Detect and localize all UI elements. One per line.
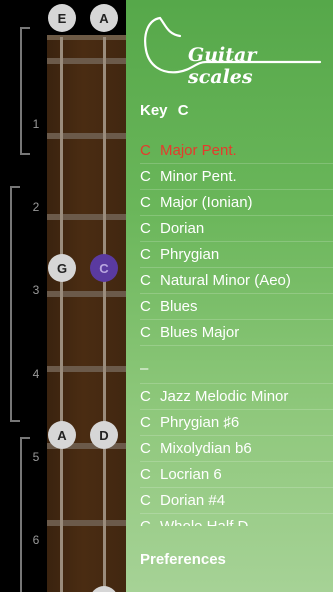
scale-name: Major (Ionian) — [160, 194, 253, 211]
scale-name: Natural Minor (Aeo) — [160, 272, 291, 289]
fret-wire — [47, 214, 126, 220]
scale-key: C — [140, 440, 151, 457]
scale-name: Phrygian — [160, 246, 220, 263]
key-label: Key — [140, 102, 168, 119]
fretboard-neck — [47, 37, 126, 592]
nut — [47, 35, 126, 40]
string-e — [60, 37, 63, 592]
scale-name: Locrian 6 — [160, 466, 222, 483]
note-marker[interactable]: A — [90, 4, 118, 32]
scale-item-natural-minor[interactable]: C Natural Minor (Aeo) — [140, 268, 333, 294]
scale-key: C — [140, 168, 151, 185]
fret-number: 6 — [32, 533, 40, 547]
scale-key: C — [140, 142, 151, 159]
fret-wire — [47, 366, 126, 372]
scale-name: Phrygian ♯6 — [160, 414, 240, 431]
key-value: C — [177, 102, 189, 119]
scale-key: C — [140, 414, 151, 431]
app-title: Guitar scales — [188, 44, 257, 88]
scale-name: Dorian #4 — [160, 492, 226, 509]
separator-dash: – — [140, 360, 149, 377]
scale-item-phrygian[interactable]: C Phrygian — [140, 242, 333, 268]
scale-item-locrian-6[interactable]: C Locrian 6 — [140, 462, 333, 488]
scale-key: C — [140, 272, 151, 289]
scale-item-phrygian-sharp6[interactable]: C Phrygian ♯6 — [140, 410, 333, 436]
note-marker[interactable]: E — [48, 4, 76, 32]
preferences-link[interactable]: Preferences — [140, 551, 226, 568]
note-marker[interactable]: G — [48, 254, 76, 282]
scale-key: C — [140, 518, 160, 526]
scale-item-major-ionian[interactable]: C Major (Ionian) — [140, 190, 333, 216]
scale-item-jazz-melodic-minor[interactable]: C Jazz Melodic Minor — [140, 384, 333, 410]
scale-key: C — [140, 324, 151, 341]
scale-list[interactable]: C Major Pent. C Minor Pent. C Major (Ion… — [140, 138, 333, 526]
app-logo: Guitar scales — [140, 12, 325, 88]
fret-number: 4 — [32, 367, 40, 381]
scale-name: Blues Major — [160, 324, 240, 341]
scale-item-blues[interactable]: C Blues — [140, 294, 333, 320]
scale-key: C — [140, 220, 151, 237]
note-marker[interactable]: D — [90, 421, 118, 449]
position-bracket — [10, 186, 20, 422]
scale-name: Whole Half D... — [160, 518, 261, 526]
fret-number: 2 — [32, 200, 40, 214]
scale-key: C — [140, 298, 151, 315]
scale-name: Dorian — [160, 220, 205, 237]
scale-item-blues-major[interactable]: C Blues Major — [140, 320, 333, 346]
navigation-drawer: Guitar scales Key C C Major Pent. C Mino… — [126, 0, 333, 592]
fretboard[interactable]: 1 2 3 4 5 6 E A G C A D — [0, 0, 126, 592]
fret-wire — [47, 291, 126, 297]
scale-key: C — [140, 388, 151, 405]
scale-name: Mixolydian b6 — [160, 440, 252, 457]
scale-name: Jazz Melodic Minor — [160, 388, 289, 405]
note-marker[interactable]: A — [48, 421, 76, 449]
fret-wire — [47, 520, 126, 526]
scale-name: Minor Pent. — [160, 168, 237, 185]
scale-item-dorian-sharp4[interactable]: C Dorian #4 — [140, 488, 333, 514]
position-bracket — [20, 27, 30, 155]
scale-item-whole-half-diminished[interactable]: C Whole Half D... — [140, 514, 333, 526]
scale-name: Blues — [160, 298, 198, 315]
scale-key: C — [140, 492, 151, 509]
fret-number: 3 — [32, 283, 40, 297]
list-separator: – — [140, 346, 333, 384]
scale-key: C — [140, 246, 151, 263]
scale-item-major-pent[interactable]: C Major Pent. — [140, 138, 333, 164]
key-header[interactable]: Key C — [140, 102, 195, 119]
fret-wire — [47, 58, 126, 64]
fret-wire — [47, 133, 126, 139]
fret-number: 5 — [32, 450, 40, 464]
scale-key: C — [140, 194, 151, 211]
scale-item-mixolydian-b6[interactable]: C Mixolydian b6 — [140, 436, 333, 462]
string-a — [103, 37, 106, 592]
root-note-marker[interactable]: C — [90, 254, 118, 282]
scale-name: Major Pent. — [160, 142, 237, 159]
fret-number: 1 — [32, 117, 40, 131]
scale-item-minor-pent[interactable]: C Minor Pent. — [140, 164, 333, 190]
position-bracket — [20, 437, 30, 592]
scale-key: C — [140, 466, 151, 483]
scale-item-dorian[interactable]: C Dorian — [140, 216, 333, 242]
